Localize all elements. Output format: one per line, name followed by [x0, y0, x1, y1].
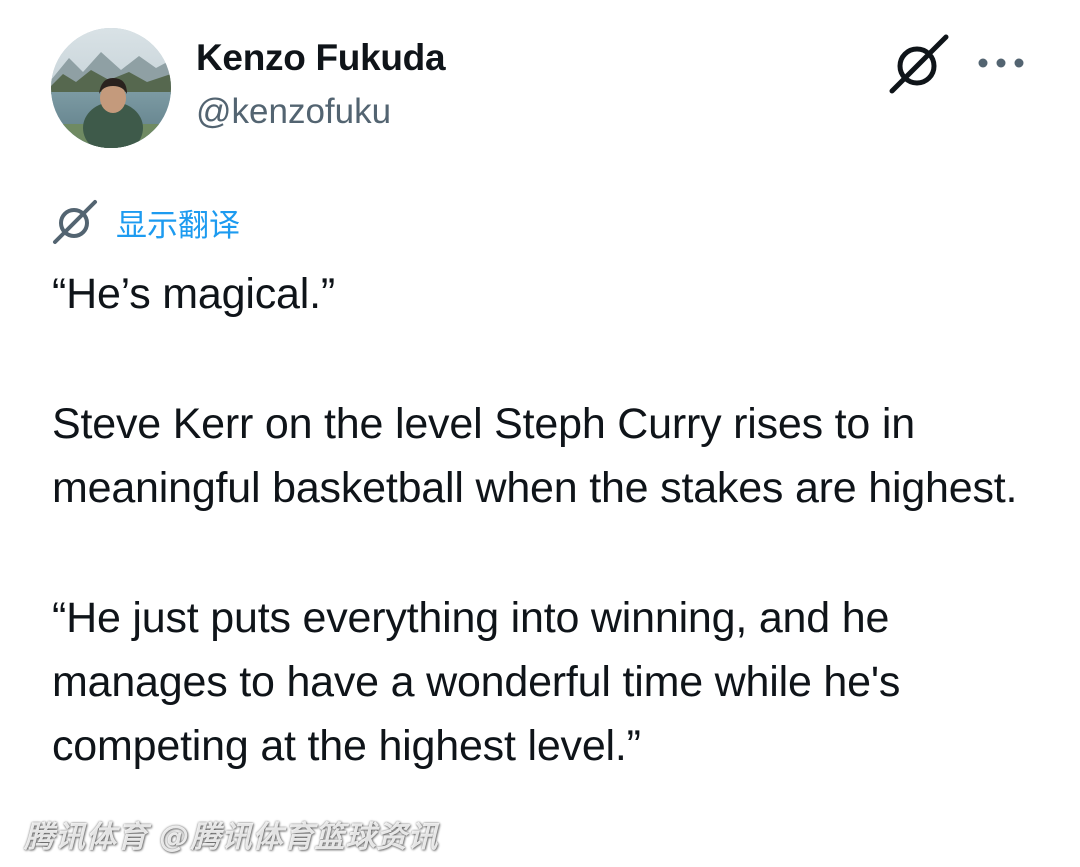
watermark: 腾讯体育 @腾讯体育篮球资讯 — [24, 820, 439, 855]
tweet-card: Kenzo Fukuda @kenzofuku 显示翻译 “He’s magic… — [0, 0, 1080, 867]
avatar-photo-icon — [51, 28, 171, 148]
avatar[interactable] — [51, 28, 171, 148]
grok-translate-icon — [52, 199, 98, 245]
show-translation-button[interactable]: 显示翻译 — [52, 198, 240, 246]
author-display-name[interactable]: Kenzo Fukuda — [196, 37, 446, 79]
show-translation-label: 显示翻译 — [116, 207, 240, 244]
tweet-paragraph-quote: “He’s magical.” — [52, 270, 335, 318]
author-handle[interactable]: @kenzofuku — [196, 92, 391, 132]
tweet-paragraph-quote-long: “He just puts everything into winning, a… — [52, 594, 901, 770]
grok-icon[interactable] — [888, 33, 950, 95]
tweet-text: “He’s magical.” Steve Kerr on the level … — [52, 262, 1052, 778]
tweet-paragraph-context: Steve Kerr on the level Steph Curry rise… — [52, 400, 1018, 512]
more-options-icon[interactable] — [975, 48, 1027, 78]
